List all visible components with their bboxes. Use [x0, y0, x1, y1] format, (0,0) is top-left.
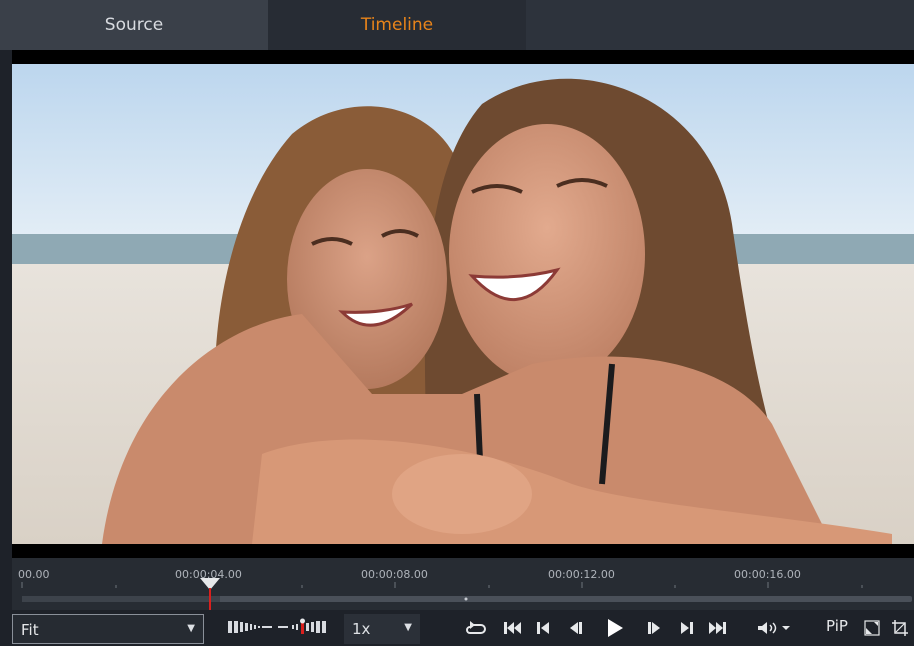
playhead[interactable]	[12, 558, 914, 610]
pip-button[interactable]: PiP	[826, 617, 848, 635]
step-back-button[interactable]	[566, 616, 586, 640]
previous-frame-icon	[537, 622, 549, 634]
loop-icon	[466, 621, 486, 634]
go-to-end-icon	[709, 622, 726, 634]
go-to-end-button[interactable]	[706, 616, 728, 640]
play-button[interactable]	[604, 616, 626, 640]
fullscreen-button[interactable]	[862, 616, 882, 640]
shuttle-control[interactable]	[226, 618, 332, 636]
speed-select-value: 1x	[352, 620, 371, 638]
go-to-start-icon	[504, 622, 521, 634]
next-frame-icon	[681, 622, 693, 634]
step-forward-button[interactable]	[644, 616, 664, 640]
step-back-icon	[570, 622, 582, 634]
next-frame-button[interactable]	[676, 616, 696, 640]
zoom-select-value: Fit	[21, 621, 39, 639]
player-tabs: Source Timeline	[0, 0, 914, 50]
transport-controls: Fit ▼ 1x ▼ PiP	[0, 610, 914, 646]
chevron-down-icon: ▼	[404, 622, 412, 633]
loop-button[interactable]	[464, 616, 488, 640]
tab-timeline[interactable]: Timeline	[268, 0, 526, 50]
zoom-select[interactable]: Fit ▼	[12, 614, 204, 644]
timeline-ruler[interactable]: 00.00 00:00:04.00 00:00:08.00 00:00:12.0…	[12, 558, 914, 610]
tab-source[interactable]: Source	[0, 0, 268, 50]
crop-button[interactable]	[890, 616, 910, 640]
previous-frame-button[interactable]	[534, 616, 554, 640]
step-forward-icon	[648, 622, 660, 634]
play-icon	[608, 619, 623, 637]
speed-select[interactable]: 1x ▼	[344, 614, 420, 644]
preview-window	[12, 50, 914, 558]
go-to-start-button[interactable]	[502, 616, 524, 640]
volume-icon	[758, 622, 790, 634]
volume-button[interactable]	[754, 616, 794, 640]
chevron-down-icon: ▼	[187, 623, 195, 634]
video-frame	[12, 64, 914, 544]
crop-icon	[892, 620, 908, 636]
tab-bar-spacer	[526, 0, 914, 50]
fullscreen-icon	[864, 620, 880, 636]
